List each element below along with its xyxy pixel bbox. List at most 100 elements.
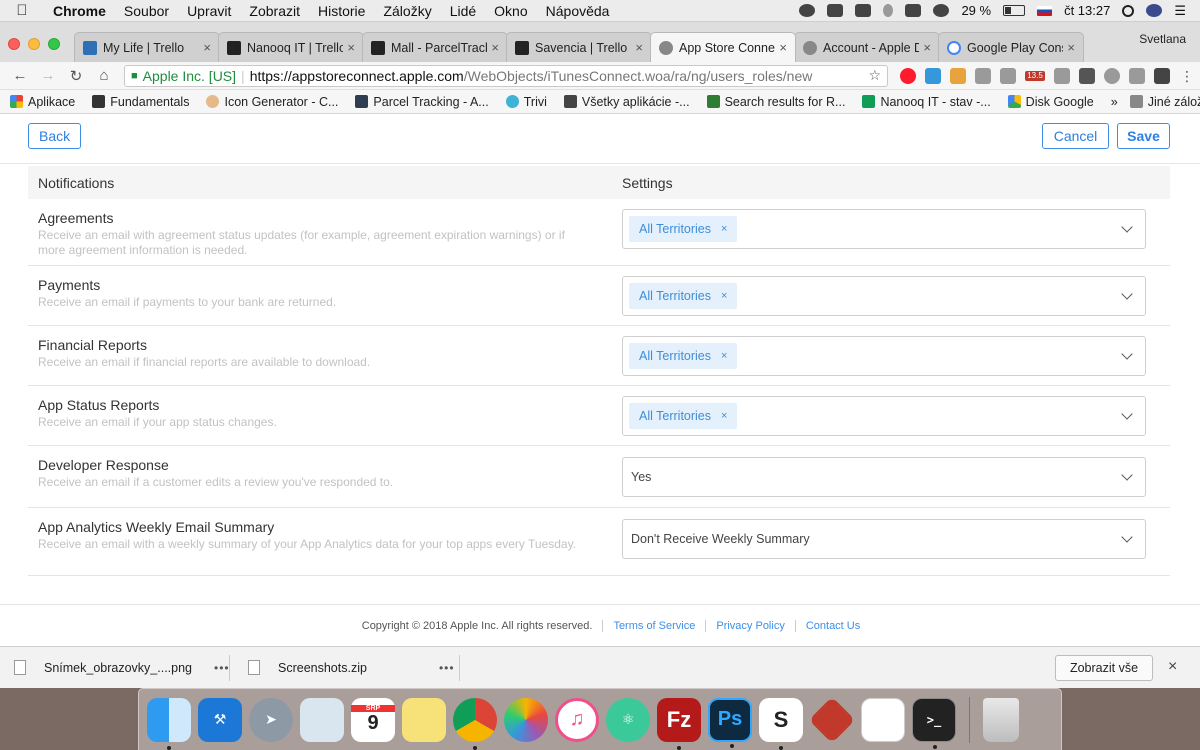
bookmark-vsetky-aplikacie[interactable]: Všetky aplikácie -...: [563, 95, 690, 109]
tab-close-icon[interactable]: ×: [491, 40, 499, 55]
terminal-icon[interactable]: >_: [912, 697, 956, 749]
download-item[interactable]: Screenshots.zip •••: [230, 647, 460, 689]
launchpad-icon[interactable]: ➤: [249, 697, 293, 742]
trash-icon[interactable]: [983, 697, 1019, 742]
menu-upravit[interactable]: Upravit: [178, 3, 240, 19]
app-status-territories-select[interactable]: All Territories ×: [622, 396, 1146, 436]
chevron-down-icon[interactable]: [1121, 221, 1133, 233]
payments-territories-select[interactable]: All Territories ×: [622, 276, 1146, 316]
creative-cloud-icon[interactable]: [799, 4, 816, 17]
filezilla-icon[interactable]: Fz: [657, 697, 701, 750]
tab-close-icon[interactable]: ×: [923, 40, 931, 55]
sketch-icon[interactable]: S: [759, 697, 803, 750]
extension-icon[interactable]: [1000, 67, 1016, 84]
tab-apple-account[interactable]: Account - Apple D ×: [794, 32, 940, 62]
extension-icon[interactable]: [950, 67, 966, 84]
menu-napoveda[interactable]: Nápověda: [537, 3, 619, 19]
menu-app-name[interactable]: Chrome: [44, 3, 115, 19]
siri-icon[interactable]: [1146, 4, 1163, 17]
download-extension-icon[interactable]: [1079, 67, 1095, 84]
extension-badge[interactable]: 13.5: [1025, 70, 1045, 81]
save-button[interactable]: Save: [1117, 123, 1170, 149]
bookmark-star-icon[interactable]: ☆: [868, 67, 881, 84]
tag-remove-icon[interactable]: ×: [721, 350, 727, 362]
window-close-button[interactable]: [8, 38, 20, 50]
back-arrow-icon[interactable]: ←: [6, 67, 34, 84]
download-menu-icon[interactable]: •••: [214, 661, 230, 675]
bookmark-trivi[interactable]: Trivi: [505, 95, 547, 109]
bookmark-fundamentals[interactable]: Fundamentals: [92, 95, 189, 109]
mail-stamp-icon[interactable]: [300, 697, 344, 742]
home-icon[interactable]: ⌂: [90, 67, 118, 84]
apple-menu-icon[interactable]: : [0, 2, 44, 19]
finder-icon[interactable]: [147, 697, 191, 750]
tab-my-life-trello[interactable]: My Life | Trello ×: [74, 32, 220, 62]
tag-remove-icon[interactable]: ×: [721, 290, 727, 302]
tab-app-store-connect[interactable]: App Store Connect ×: [650, 32, 796, 62]
bookmark-search-results[interactable]: Search results for R...: [706, 95, 845, 109]
tab-close-icon[interactable]: ×: [1067, 40, 1075, 55]
calendar-icon[interactable]: SRP 9: [351, 697, 395, 742]
diamond-app-icon[interactable]: [808, 696, 856, 743]
bluetooth-icon[interactable]: [883, 4, 894, 17]
forward-arrow-icon[interactable]: →: [34, 67, 62, 84]
opera-extension-icon[interactable]: [900, 67, 916, 84]
agreements-territories-select[interactable]: All Territories ×: [622, 209, 1146, 249]
bookmark-nanooq-stav[interactable]: Nanooq IT - stav -...: [862, 95, 991, 109]
menubar-clock[interactable]: čt 13:27: [1064, 3, 1110, 18]
chevron-down-icon[interactable]: [1121, 531, 1133, 543]
chevron-down-icon[interactable]: [1121, 469, 1133, 481]
atom-icon[interactable]: ⚛: [606, 697, 650, 742]
menu-zobrazit[interactable]: Zobrazit: [240, 3, 309, 19]
extension-icon[interactable]: [1104, 67, 1120, 84]
chrome-icon[interactable]: [453, 697, 497, 750]
tab-close-icon[interactable]: ×: [779, 40, 787, 55]
input-source-flag-icon[interactable]: [1037, 5, 1053, 16]
menu-historie[interactable]: Historie: [309, 3, 374, 19]
address-bar[interactable]: ■ Apple Inc. [US] | https://appstoreconn…: [124, 64, 888, 87]
bookmarks-overflow[interactable]: » Jiné záložky: [1111, 95, 1200, 109]
secure-origin-label[interactable]: Apple Inc. [US]: [143, 68, 236, 84]
extension-icon[interactable]: [1129, 67, 1145, 84]
analytics-summary-select[interactable]: Don't Receive Weekly Summary: [622, 519, 1146, 559]
menu-lide[interactable]: Lidé: [441, 3, 485, 19]
s-extension-icon[interactable]: [925, 67, 941, 84]
menu-zalozky[interactable]: Záložky: [374, 3, 440, 19]
itunes-icon[interactable]: ♫: [555, 697, 599, 742]
menu-soubor[interactable]: Soubor: [115, 3, 178, 19]
notes-icon[interactable]: [402, 697, 446, 742]
wifi-icon[interactable]: [905, 4, 922, 17]
lock-icon[interactable]: ■: [131, 70, 138, 82]
show-all-downloads-button[interactable]: Zobrazit vše: [1055, 655, 1153, 681]
extension-icon[interactable]: [1054, 67, 1070, 84]
close-downloads-icon[interactable]: ×: [1168, 658, 1177, 676]
share-arrow-icon[interactable]: [1154, 67, 1170, 84]
tab-close-icon[interactable]: ×: [635, 40, 643, 55]
developer-response-select[interactable]: Yes: [622, 457, 1146, 497]
profile-name[interactable]: Svetlana: [1139, 32, 1186, 46]
back-button[interactable]: Back: [28, 123, 82, 149]
financial-reports-territories-select[interactable]: All Territories ×: [622, 336, 1146, 376]
tab-close-icon[interactable]: ×: [203, 40, 211, 55]
battery-icon[interactable]: [1003, 5, 1026, 16]
privacy-policy-link[interactable]: Privacy Policy: [716, 620, 784, 632]
tab-nanooq-trello[interactable]: Nanooq IT | Trello ×: [218, 32, 364, 62]
bookmark-icon-generator[interactable]: Icon Generator - C...: [206, 95, 338, 109]
spotlight-search-icon[interactable]: [1122, 4, 1135, 17]
download-item[interactable]: Snímek_obrazovky_....png •••: [0, 647, 230, 689]
vpn-icon[interactable]: [855, 4, 872, 17]
chevron-down-icon[interactable]: [1121, 288, 1133, 300]
bookmark-parcel-tracking[interactable]: Parcel Tracking - A...: [355, 95, 489, 109]
menu-okno[interactable]: Okno: [485, 3, 536, 19]
photoshop-icon[interactable]: Ps: [708, 697, 752, 748]
reload-icon[interactable]: ↻: [62, 67, 90, 85]
tab-savencia-trello[interactable]: Savencia | Trello ×: [506, 32, 652, 62]
bookmark-aplikace[interactable]: Aplikace: [10, 95, 75, 109]
window-minimize-button[interactable]: [28, 38, 40, 50]
chrome-menu-icon[interactable]: ⋮: [1179, 68, 1195, 84]
window-zoom-button[interactable]: [48, 38, 60, 50]
notification-center-icon[interactable]: ☰: [1174, 3, 1186, 19]
docker-icon[interactable]: [827, 4, 844, 17]
tab-mall-parceltrack[interactable]: Mall - ParcelTrack ×: [362, 32, 508, 62]
tab-google-play-console[interactable]: Google Play Cons ×: [938, 32, 1084, 62]
